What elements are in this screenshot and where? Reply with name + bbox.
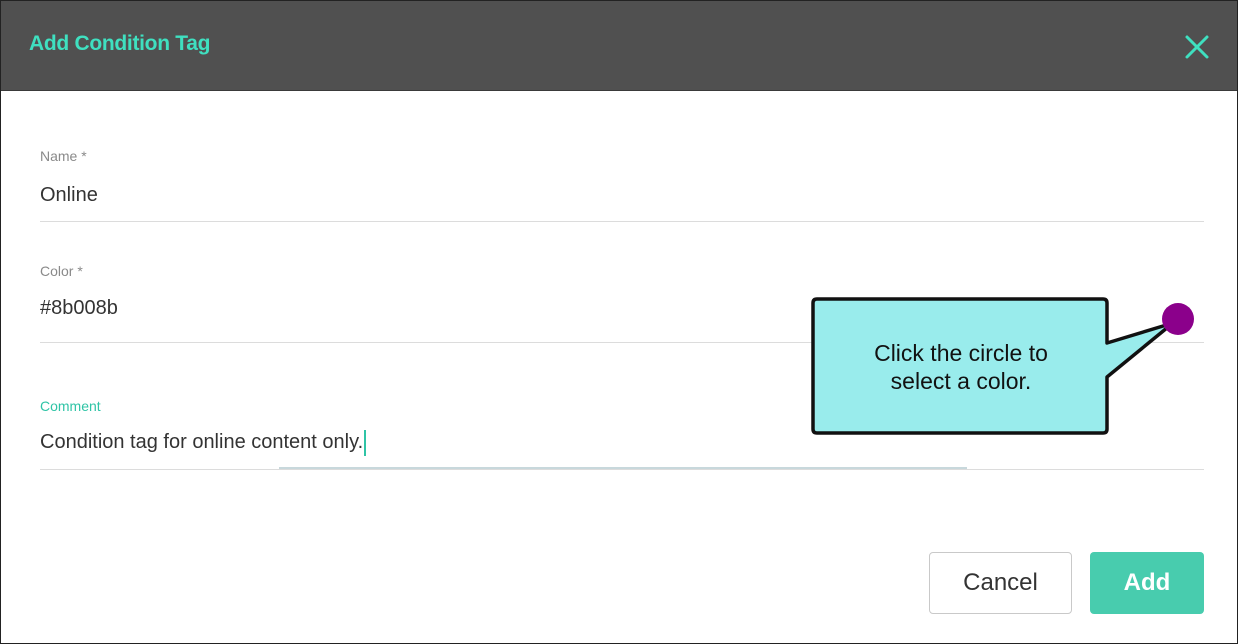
comment-focus-line <box>279 467 967 469</box>
dialog-title: Add Condition Tag <box>29 32 211 55</box>
cancel-button[interactable]: Cancel <box>929 552 1072 614</box>
comment-input[interactable]: Condition tag for online content only. <box>40 428 367 456</box>
name-underline <box>40 221 1204 222</box>
callout-line-2: select a color. <box>890 368 1032 394</box>
name-label: Name * <box>40 148 87 164</box>
add-button[interactable]: Add <box>1090 552 1204 614</box>
color-circle-icon[interactable] <box>1162 303 1194 335</box>
callout-text: Click the circle to select a color. <box>823 339 1099 395</box>
close-icon <box>1185 35 1209 59</box>
callout-line-1: Click the circle to <box>874 340 1048 366</box>
name-input[interactable] <box>40 181 1040 209</box>
dialog-header: Add Condition Tag <box>1 1 1237 91</box>
text-caret <box>364 429 367 456</box>
color-input[interactable] <box>40 294 740 322</box>
color-label: Color * <box>40 263 83 279</box>
comment-value: Condition tag for online content only. <box>40 431 364 453</box>
comment-underline <box>40 469 1204 470</box>
close-button[interactable] <box>1182 32 1212 62</box>
add-condition-tag-dialog: Add Condition Tag Name * Color * Click t… <box>0 0 1238 644</box>
comment-label: Comment <box>40 398 101 414</box>
